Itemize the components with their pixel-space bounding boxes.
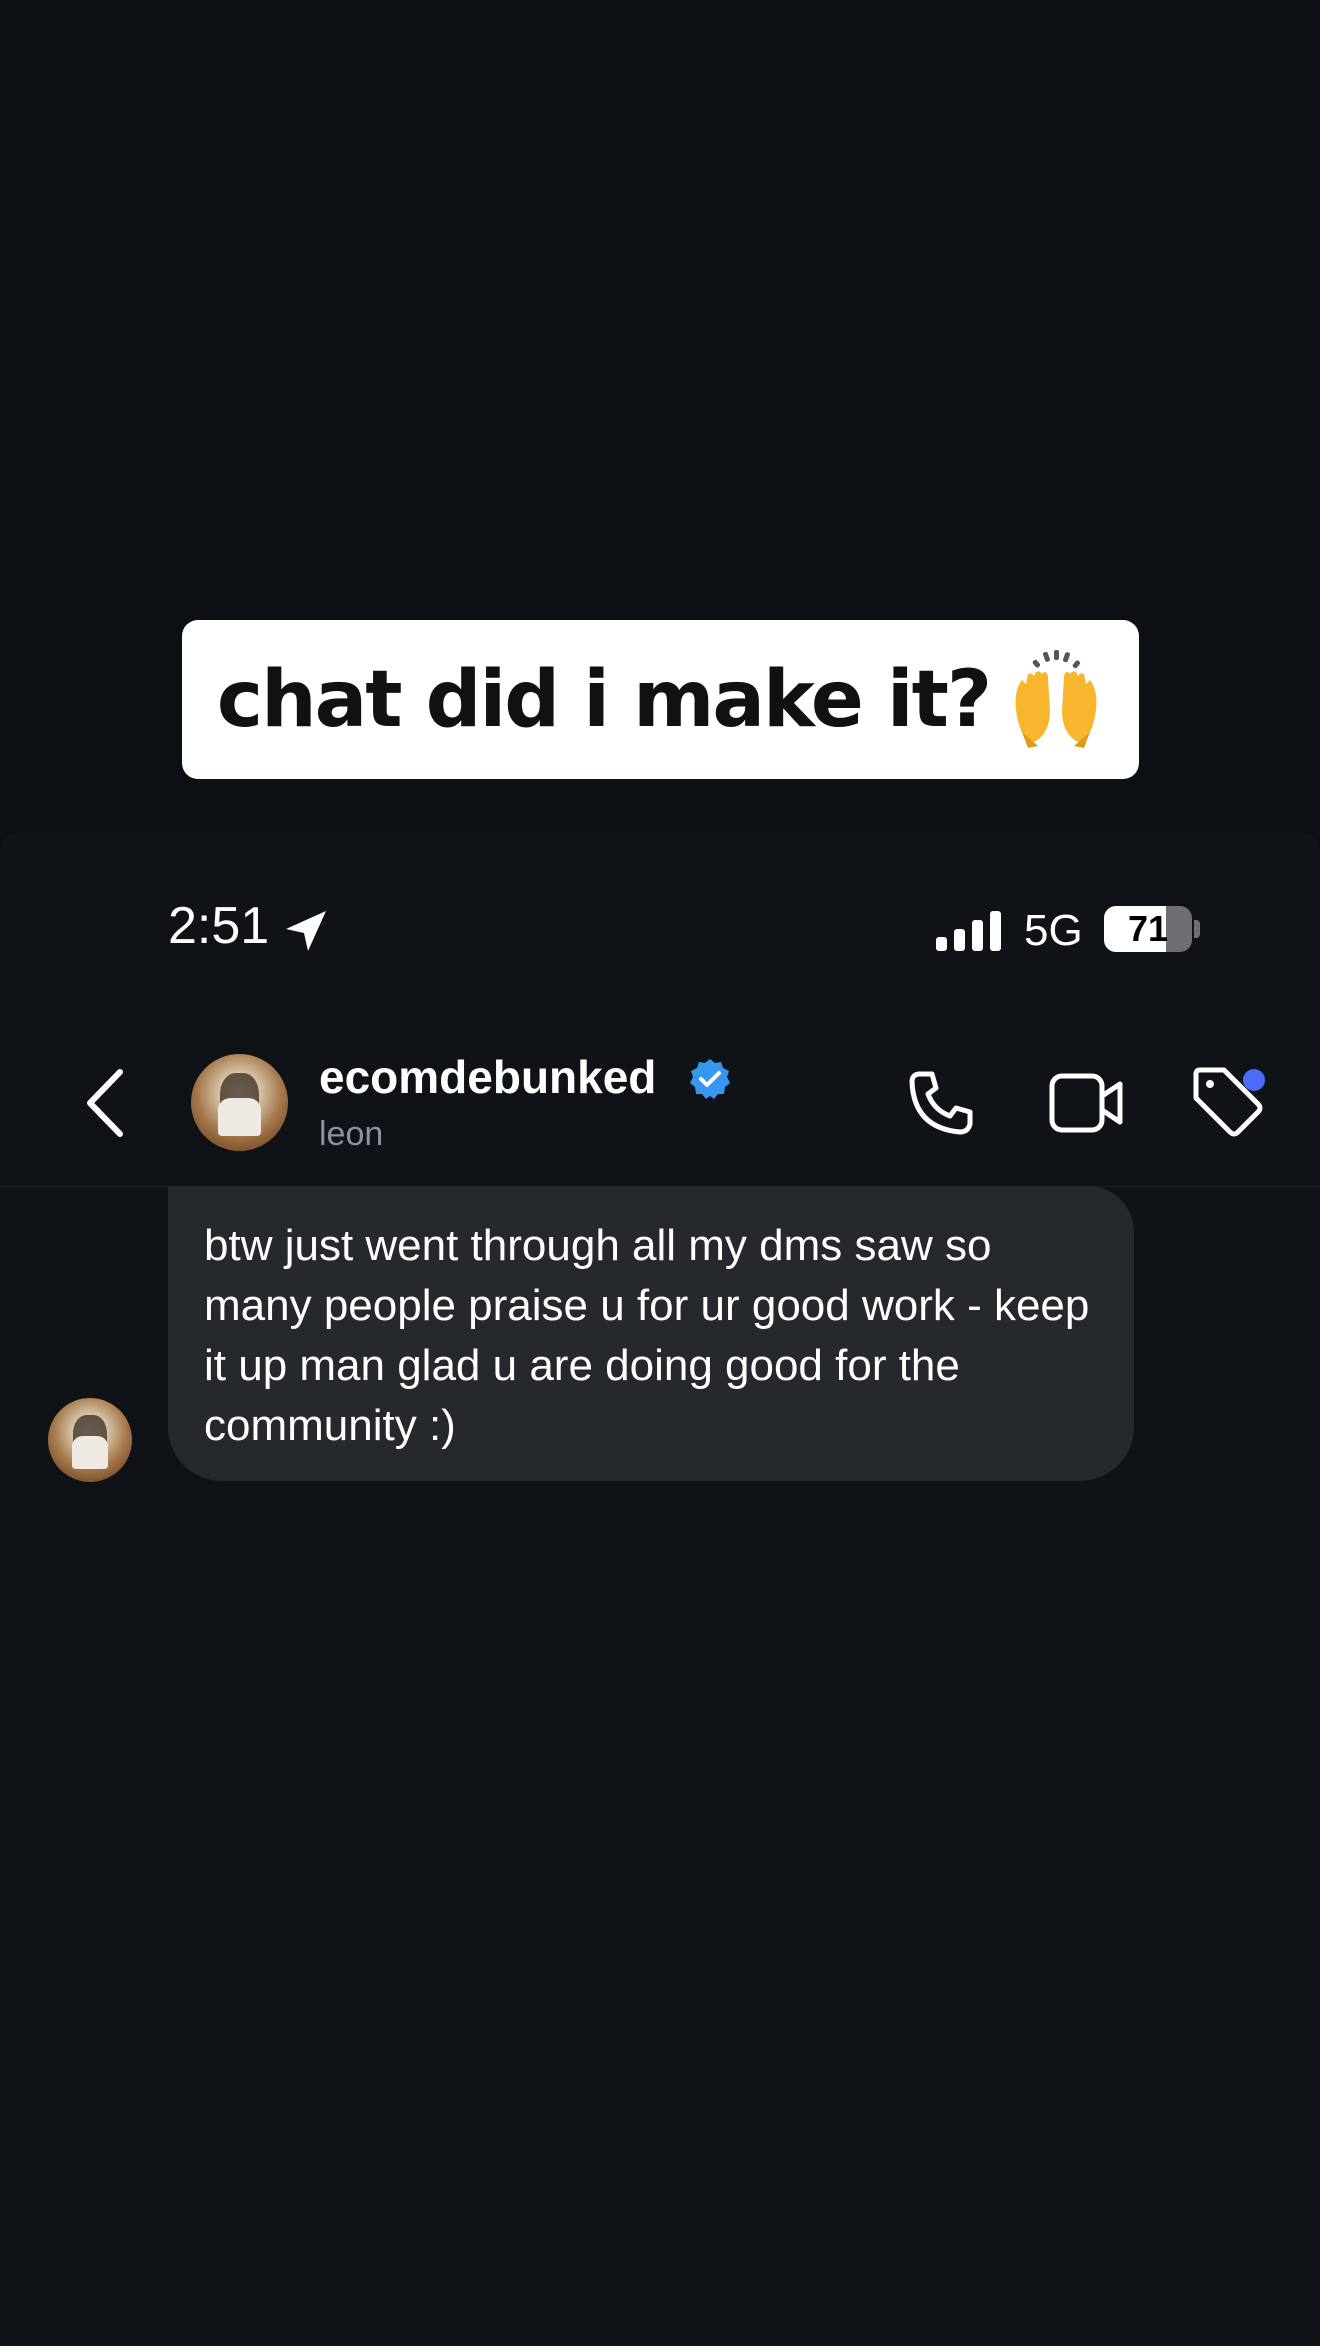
raising-hands-emoji-icon [1015, 649, 1097, 748]
verified-badge-icon [690, 1059, 730, 1099]
phone-screen [0, 833, 1320, 2346]
notification-dot [1243, 1069, 1265, 1091]
battery-nub [1194, 920, 1200, 938]
status-time: 2:51 [168, 897, 270, 955]
caption-banner: chat did i make it? [182, 620, 1139, 779]
video-camera-icon[interactable] [1048, 1070, 1124, 1136]
cellular-signal-icon [936, 911, 1001, 951]
phone-icon[interactable] [906, 1068, 976, 1138]
tag-icon[interactable] [1190, 1064, 1266, 1140]
username[interactable]: ecomdebunked [319, 1054, 656, 1100]
back-chevron-icon[interactable] [80, 1066, 132, 1140]
page: chat did i make it? 2:51 5G 71 ecomdebun… [0, 0, 1320, 2346]
message-text: btw just went through all my dms saw so … [204, 1221, 1090, 1450]
avatar[interactable] [191, 1054, 288, 1151]
location-arrow-icon [286, 911, 326, 951]
network-label: 5G [1024, 906, 1083, 955]
message-bubble[interactable]: btw just went through all my dms saw so … [168, 1186, 1134, 1481]
subtitle-name: leon [319, 1115, 384, 1153]
battery-indicator: 71 [1104, 906, 1192, 952]
caption-text: chat did i make it? [216, 654, 992, 745]
battery-percent: 71 [1127, 908, 1169, 949]
message-avatar[interactable] [48, 1398, 132, 1482]
